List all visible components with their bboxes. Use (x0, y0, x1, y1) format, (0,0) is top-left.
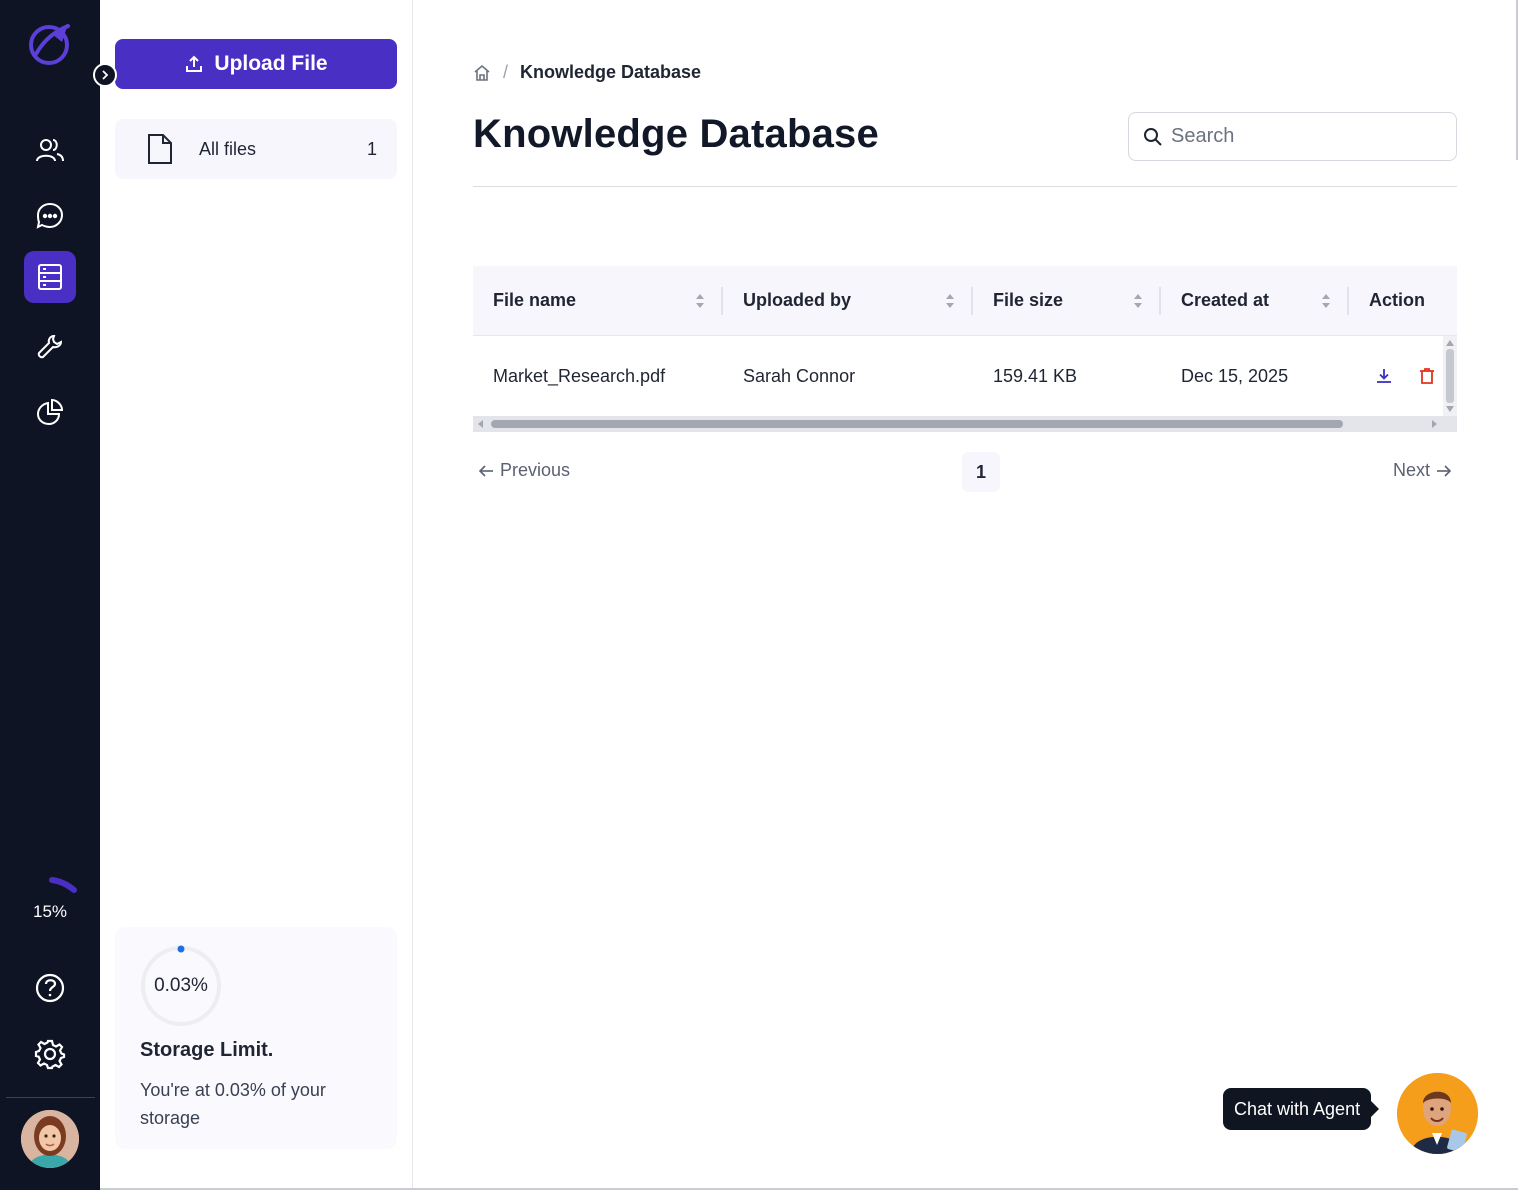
pie-chart-icon (36, 398, 64, 426)
storage-description: You're at 0.03% of your storage (140, 1080, 326, 1128)
upload-icon (186, 55, 203, 72)
storage-title: Storage Limit. (140, 1039, 274, 1061)
storage-progress-ring: 0.03% (140, 945, 222, 1027)
column-header-file-size[interactable]: File size (973, 266, 1161, 336)
database-icon (38, 264, 62, 290)
icon-rail: 15% (0, 0, 117, 1190)
file-icon (148, 134, 172, 164)
collapse-sidebar-button[interactable] (93, 63, 117, 87)
sort-icon[interactable] (695, 292, 705, 310)
help-button[interactable] (24, 962, 76, 1014)
nav-knowledge-database[interactable] (24, 251, 76, 303)
table-vertical-scrollbar[interactable] (1443, 336, 1457, 416)
files-panel: Upload File All files 1 0.03% Storage Li… (100, 0, 413, 1190)
cell-file-size: 159.41 KB (993, 365, 1078, 386)
storage-card: 0.03% Storage Limit. You're at 0.03% of … (115, 927, 397, 1149)
column-label: File name (493, 290, 577, 310)
previous-label: Previous (500, 460, 571, 480)
upload-file-label: Upload File (214, 52, 328, 75)
table-row[interactable]: Market_Research.pdf Sarah Connor 159.41 … (473, 336, 1457, 416)
breadcrumb: / Knowledge Database (473, 62, 701, 83)
breadcrumb-current: Knowledge Database (520, 62, 702, 82)
delete-icon[interactable] (1419, 367, 1435, 385)
page-number-button[interactable]: 1 (962, 452, 1000, 492)
nav-users[interactable] (24, 125, 76, 177)
rail-divider (6, 1097, 95, 1098)
breadcrumb-separator: / (503, 62, 509, 82)
folder-count: 1 (366, 138, 377, 159)
chat-agent-avatar-button[interactable] (1397, 1073, 1478, 1154)
settings-icon (34, 1039, 66, 1070)
agent-avatar-image (1397, 1073, 1478, 1154)
download-icon[interactable] (1375, 367, 1393, 385)
next-page-button[interactable]: Next (1393, 460, 1452, 481)
next-label: Next (1392, 460, 1430, 480)
column-header-action: Action (1349, 266, 1457, 336)
scroll-right-icon[interactable] (1429, 419, 1439, 429)
arrow-right-icon (1437, 464, 1452, 477)
main-content: / Knowledge Database Knowledge Database … (413, 0, 1518, 1190)
nav-tools[interactable] (24, 321, 76, 373)
column-header-file-name[interactable]: File name (473, 266, 723, 336)
chat-with-agent-tooltip[interactable]: Chat with Agent (1223, 1088, 1380, 1130)
scrollbar-thumb[interactable] (491, 420, 1343, 428)
sort-icon[interactable] (1321, 292, 1331, 310)
column-label: Created at (1181, 290, 1270, 310)
nav-analytics[interactable] (24, 386, 76, 438)
table-header: File name Uploaded by File size Created … (473, 266, 1457, 336)
folder-item-all-files[interactable]: All files 1 (115, 119, 397, 179)
column-label: File size (993, 290, 1064, 310)
user-avatar-image (21, 1110, 79, 1168)
storage-percent: 0.03% (154, 975, 208, 996)
previous-page-button[interactable]: Previous (478, 460, 570, 481)
users-icon (36, 139, 64, 162)
usage-arc-icon (49, 877, 77, 893)
help-icon (35, 973, 65, 1003)
search-box[interactable] (1128, 112, 1457, 161)
home-icon[interactable] (473, 64, 491, 82)
search-icon (1144, 127, 1162, 146)
wrench-icon (37, 334, 63, 359)
nav-chats[interactable] (24, 190, 76, 242)
column-label: Action (1369, 290, 1425, 310)
arrow-left-icon (478, 464, 493, 477)
user-avatar[interactable] (21, 1110, 79, 1168)
sort-icon[interactable] (1133, 292, 1143, 310)
cell-actions (1349, 367, 1457, 385)
column-label: Uploaded by (743, 290, 852, 310)
page-title: Knowledge Database (473, 112, 879, 156)
upload-file-button[interactable]: Upload File (115, 39, 397, 89)
search-input[interactable] (1171, 125, 1431, 148)
column-header-created-at[interactable]: Created at (1161, 266, 1349, 336)
header-divider (473, 186, 1457, 187)
cell-created-at: Dec 15, 2025 (1181, 365, 1289, 386)
vertical-scroll-arrows-icon (1446, 340, 1454, 412)
column-header-uploaded-by[interactable]: Uploaded by (723, 266, 973, 336)
chat-label: Chat with Agent (1234, 1098, 1361, 1119)
sort-icon[interactable] (945, 292, 955, 310)
cell-uploaded-by: Sarah Connor (743, 365, 856, 386)
pagination: Previous 1 Next (473, 452, 1457, 492)
files-table: File name Uploaded by File size Created … (473, 266, 1457, 432)
table-horizontal-scrollbar[interactable] (473, 416, 1457, 432)
scroll-left-icon[interactable] (476, 419, 486, 429)
usage-percent: 15% (32, 902, 68, 921)
chat-icon (36, 202, 64, 229)
chevron-right-icon (102, 70, 109, 80)
settings-button[interactable] (24, 1028, 76, 1080)
folder-label: All files (199, 138, 257, 159)
app-logo-icon[interactable] (28, 20, 74, 66)
cell-file-name: Market_Research.pdf (493, 365, 666, 386)
usage-indicator: 15% (20, 876, 80, 922)
